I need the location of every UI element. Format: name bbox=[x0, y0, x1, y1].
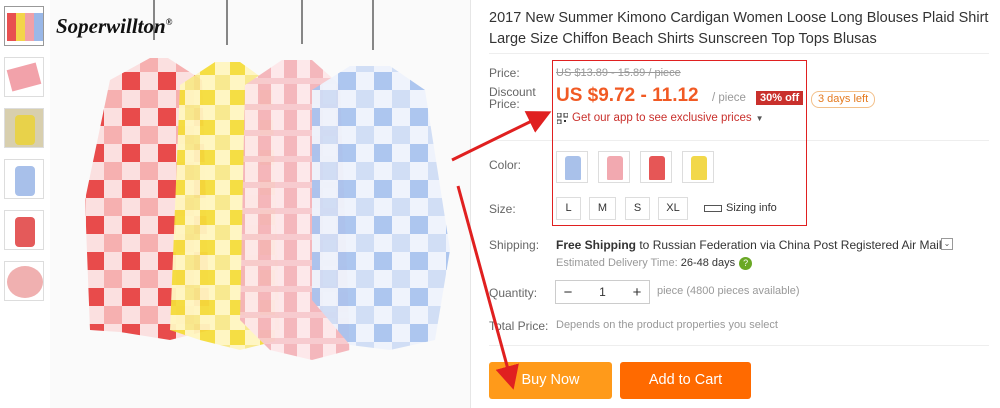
estimated-delivery: Estimated Delivery Time: 26-48 days? bbox=[556, 257, 753, 270]
thumb-pink-detail[interactable] bbox=[4, 261, 44, 301]
total-price-note: Depends on the product properties you se… bbox=[556, 319, 778, 331]
color-option-yellow[interactable] bbox=[682, 151, 714, 183]
quantity-stepper: − 1 + bbox=[555, 280, 650, 304]
title-divider bbox=[489, 53, 989, 54]
shirts-illustration bbox=[85, 0, 450, 360]
discount-price-label: Discount Price: bbox=[489, 86, 536, 110]
days-left-badge: 3 days left bbox=[811, 91, 876, 108]
shipping-destination: to Russian Federation via China Post Reg… bbox=[636, 238, 942, 252]
color-label: Color: bbox=[489, 158, 522, 172]
column-divider bbox=[470, 0, 471, 408]
thumb-blue[interactable] bbox=[4, 159, 44, 199]
caret-down-icon: ▼ bbox=[755, 113, 764, 123]
original-price: US $13.89 - 15.89 / piece bbox=[556, 67, 681, 79]
estimated-label: Estimated Delivery Time: bbox=[556, 257, 681, 269]
size-option-xl[interactable]: XL bbox=[658, 197, 688, 220]
discount-label-line2: Price: bbox=[489, 97, 520, 111]
quantity-label: Quantity: bbox=[489, 286, 538, 300]
size-option-m[interactable]: M bbox=[589, 197, 616, 220]
chevron-down-icon[interactable]: ⌄ bbox=[941, 238, 953, 250]
per-piece-unit: / piece bbox=[712, 92, 746, 104]
size-option-l[interactable]: L bbox=[556, 197, 581, 220]
help-icon[interactable]: ? bbox=[739, 257, 753, 270]
app-promo-text: Get our app to see exclusive prices bbox=[572, 112, 752, 124]
price-divider bbox=[489, 140, 989, 141]
color-option-blue[interactable] bbox=[556, 151, 588, 183]
qr-code-icon bbox=[557, 112, 568, 124]
product-title: 2017 New Summer Kimono Cardigan Women Lo… bbox=[489, 10, 989, 47]
quantity-available: piece (4800 pieces available) bbox=[657, 285, 800, 297]
total-price-label: Total Price: bbox=[489, 319, 549, 333]
estimated-value: 26-48 days bbox=[680, 257, 736, 269]
total-divider bbox=[489, 345, 989, 346]
thumb-pink-folded[interactable] bbox=[4, 57, 44, 97]
sizing-info-text: Sizing info bbox=[726, 202, 777, 214]
color-option-pink[interactable] bbox=[598, 151, 630, 183]
shipping-label: Shipping: bbox=[489, 238, 540, 252]
brand-logo: Soperwillton® bbox=[56, 14, 173, 38]
size-label: Size: bbox=[489, 202, 516, 216]
discount-badge: 30% off bbox=[756, 91, 804, 105]
buy-now-button[interactable]: Buy Now bbox=[489, 362, 612, 399]
add-to-cart-button[interactable]: Add to Cart bbox=[620, 362, 751, 399]
quantity-increase-button[interactable]: + bbox=[625, 284, 649, 301]
quantity-decrease-button[interactable]: − bbox=[556, 284, 580, 301]
price-label: Price: bbox=[489, 66, 520, 80]
free-shipping-text: Free Shipping bbox=[556, 238, 637, 252]
sizing-info-link[interactable]: Sizing info bbox=[704, 202, 777, 214]
thumbnail-list bbox=[4, 6, 48, 312]
ruler-icon bbox=[704, 204, 722, 212]
thumb-red[interactable] bbox=[4, 210, 44, 250]
shipping-method[interactable]: Free Shipping to Russian Federation via … bbox=[556, 238, 942, 252]
size-option-s[interactable]: S bbox=[625, 197, 650, 220]
app-promo-link[interactable]: Get our app to see exclusive prices ▼ bbox=[557, 112, 764, 124]
color-option-red[interactable] bbox=[640, 151, 672, 183]
discount-price: US $9.72 - 11.12 bbox=[556, 85, 699, 106]
product-main-image[interactable]: Soperwillton® bbox=[50, 0, 470, 408]
quantity-input[interactable]: 1 bbox=[599, 285, 606, 299]
thumb-yellow-model[interactable] bbox=[4, 108, 44, 148]
thumb-all-colors[interactable] bbox=[4, 6, 44, 46]
